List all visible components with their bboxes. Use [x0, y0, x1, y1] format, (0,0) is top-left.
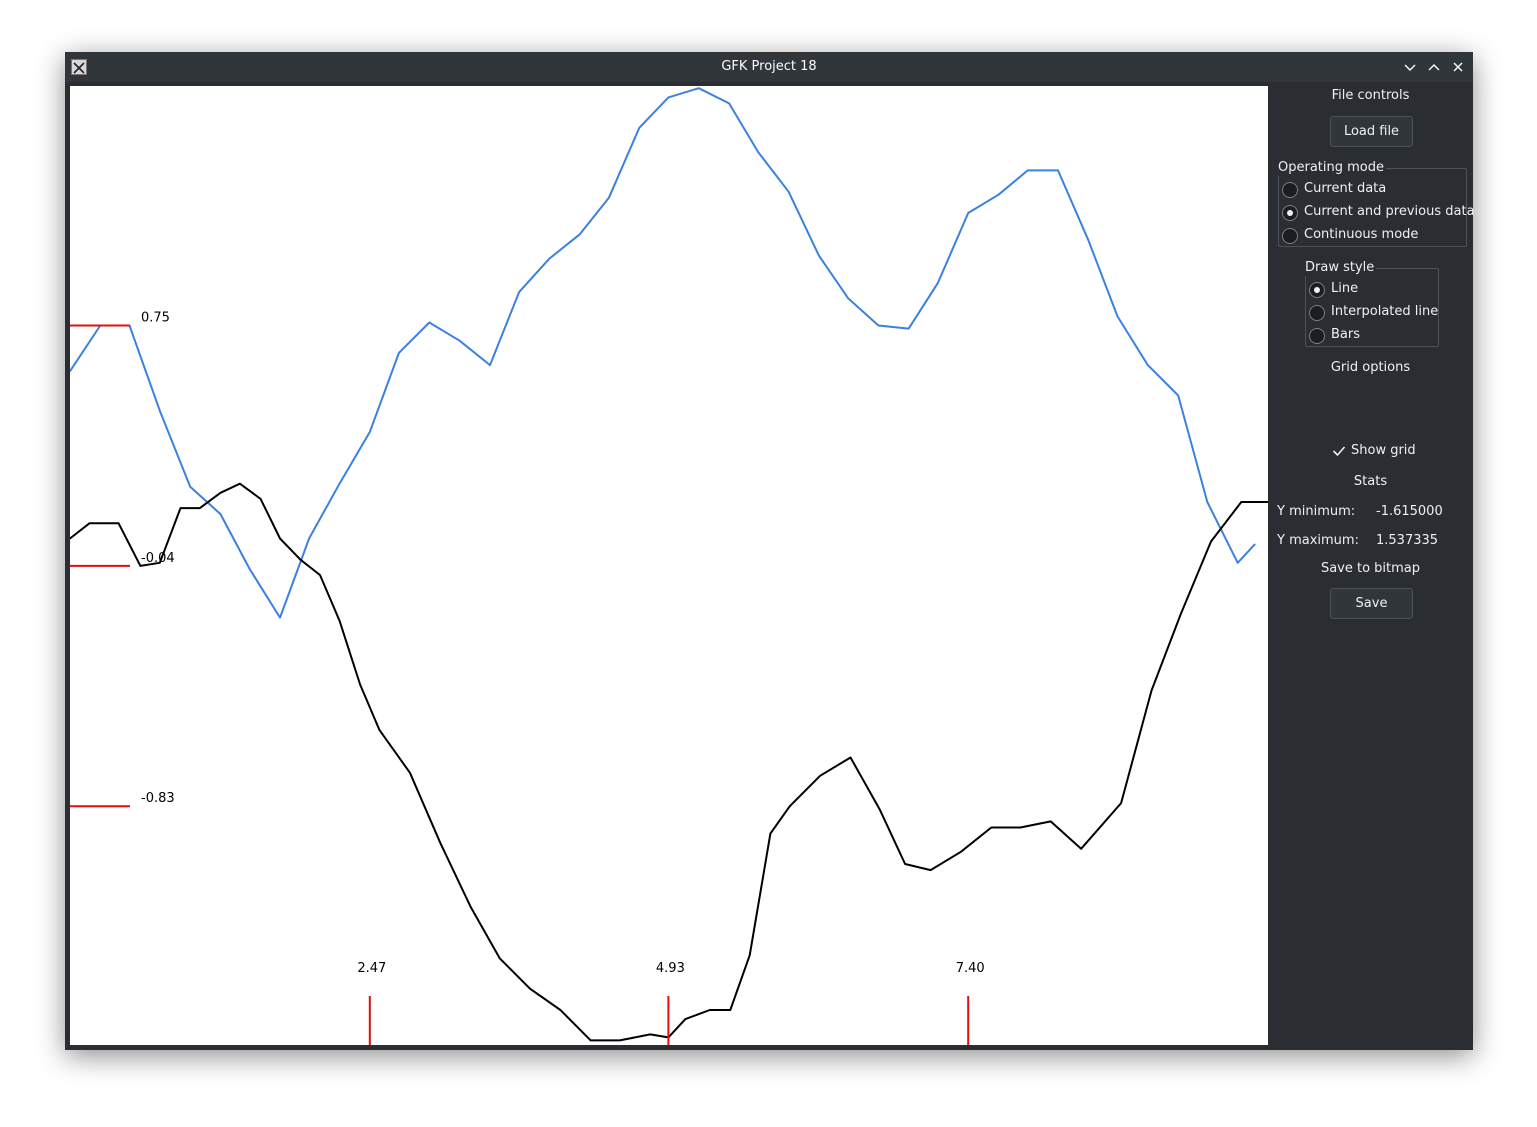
y-maximum-label: Y maximum:	[1277, 533, 1359, 548]
close-button[interactable]	[1450, 59, 1466, 75]
operating-mode-title: Operating mode	[1278, 160, 1386, 176]
radio-current-and-previous[interactable]: Current and previous data	[1282, 202, 1475, 224]
radio-line[interactable]: Line	[1309, 279, 1434, 301]
radio-indicator	[1309, 305, 1325, 321]
y-tick-label: 0.75	[141, 311, 170, 326]
x-tick-label: 2.47	[357, 961, 386, 976]
save-to-bitmap-heading: Save to bitmap	[1320, 561, 1421, 576]
radio-label: Bars	[1331, 327, 1361, 342]
title-bar[interactable]: GFK Project 18	[65, 52, 1473, 82]
radio-indicator	[1282, 182, 1298, 198]
y-tick-label: -0.04	[141, 551, 175, 566]
y-minimum-label: Y minimum:	[1277, 504, 1356, 519]
chevron-up-icon	[1428, 64, 1440, 71]
radio-indicator	[1309, 328, 1325, 344]
radio-interpolated-line[interactable]: Interpolated line	[1309, 302, 1438, 324]
chevron-down-icon	[1404, 64, 1416, 71]
draw-style-title: Draw style	[1305, 260, 1377, 276]
minimize-button[interactable]	[1402, 59, 1418, 75]
window-title: GFK Project 18	[721, 59, 817, 74]
control-panel: File controls Load file Operating mode C…	[1268, 86, 1475, 1050]
save-button[interactable]: Save	[1330, 588, 1413, 619]
draw-style-group: Draw style Line Interpolated line Bars	[1305, 260, 1439, 347]
operating-mode-group: Operating mode Current data Current and …	[1278, 160, 1475, 247]
file-controls-heading: File controls	[1331, 88, 1410, 103]
radio-current-data[interactable]: Current data	[1282, 179, 1462, 201]
x-tick-label: 4.93	[656, 961, 685, 976]
y-minimum-value: -1.615000	[1376, 504, 1443, 519]
radio-label: Continuous mode	[1304, 227, 1419, 242]
radio-continuous-mode[interactable]: Continuous mode	[1282, 225, 1462, 247]
y-tick-label: -0.83	[141, 791, 175, 806]
close-icon	[1453, 62, 1463, 72]
series-line	[70, 87, 1256, 619]
radio-label: Line	[1331, 281, 1359, 296]
x-tick-label: 7.40	[956, 961, 985, 976]
checkmark-icon	[1332, 446, 1346, 457]
plot-area[interactable]: 0.75 -0.04 -0.83 2.47 4.93 7.40	[70, 86, 1268, 1045]
radio-bars[interactable]: Bars	[1309, 325, 1434, 347]
stats-heading: Stats	[1353, 474, 1388, 489]
radio-indicator	[1282, 228, 1298, 244]
radio-label: Current and previous data	[1304, 204, 1475, 219]
show-grid-label: Show grid	[1351, 443, 1416, 458]
radio-indicator	[1282, 205, 1298, 221]
app-window: GFK Project 18 0.75 -0.04 -0.83 2.47 4.93 7.4…	[65, 52, 1475, 1050]
line-chart: 0.75 -0.04 -0.83 2.47 4.93 7.40	[70, 87, 1268, 1045]
grid-options-heading: Grid options	[1330, 360, 1411, 375]
y-maximum-value: 1.537335	[1376, 533, 1439, 548]
radio-label: Current data	[1304, 181, 1387, 196]
radio-indicator	[1309, 282, 1325, 298]
radio-label: Interpolated line	[1331, 304, 1439, 319]
load-file-button[interactable]: Load file	[1330, 116, 1413, 147]
maximize-button[interactable]	[1426, 59, 1442, 75]
